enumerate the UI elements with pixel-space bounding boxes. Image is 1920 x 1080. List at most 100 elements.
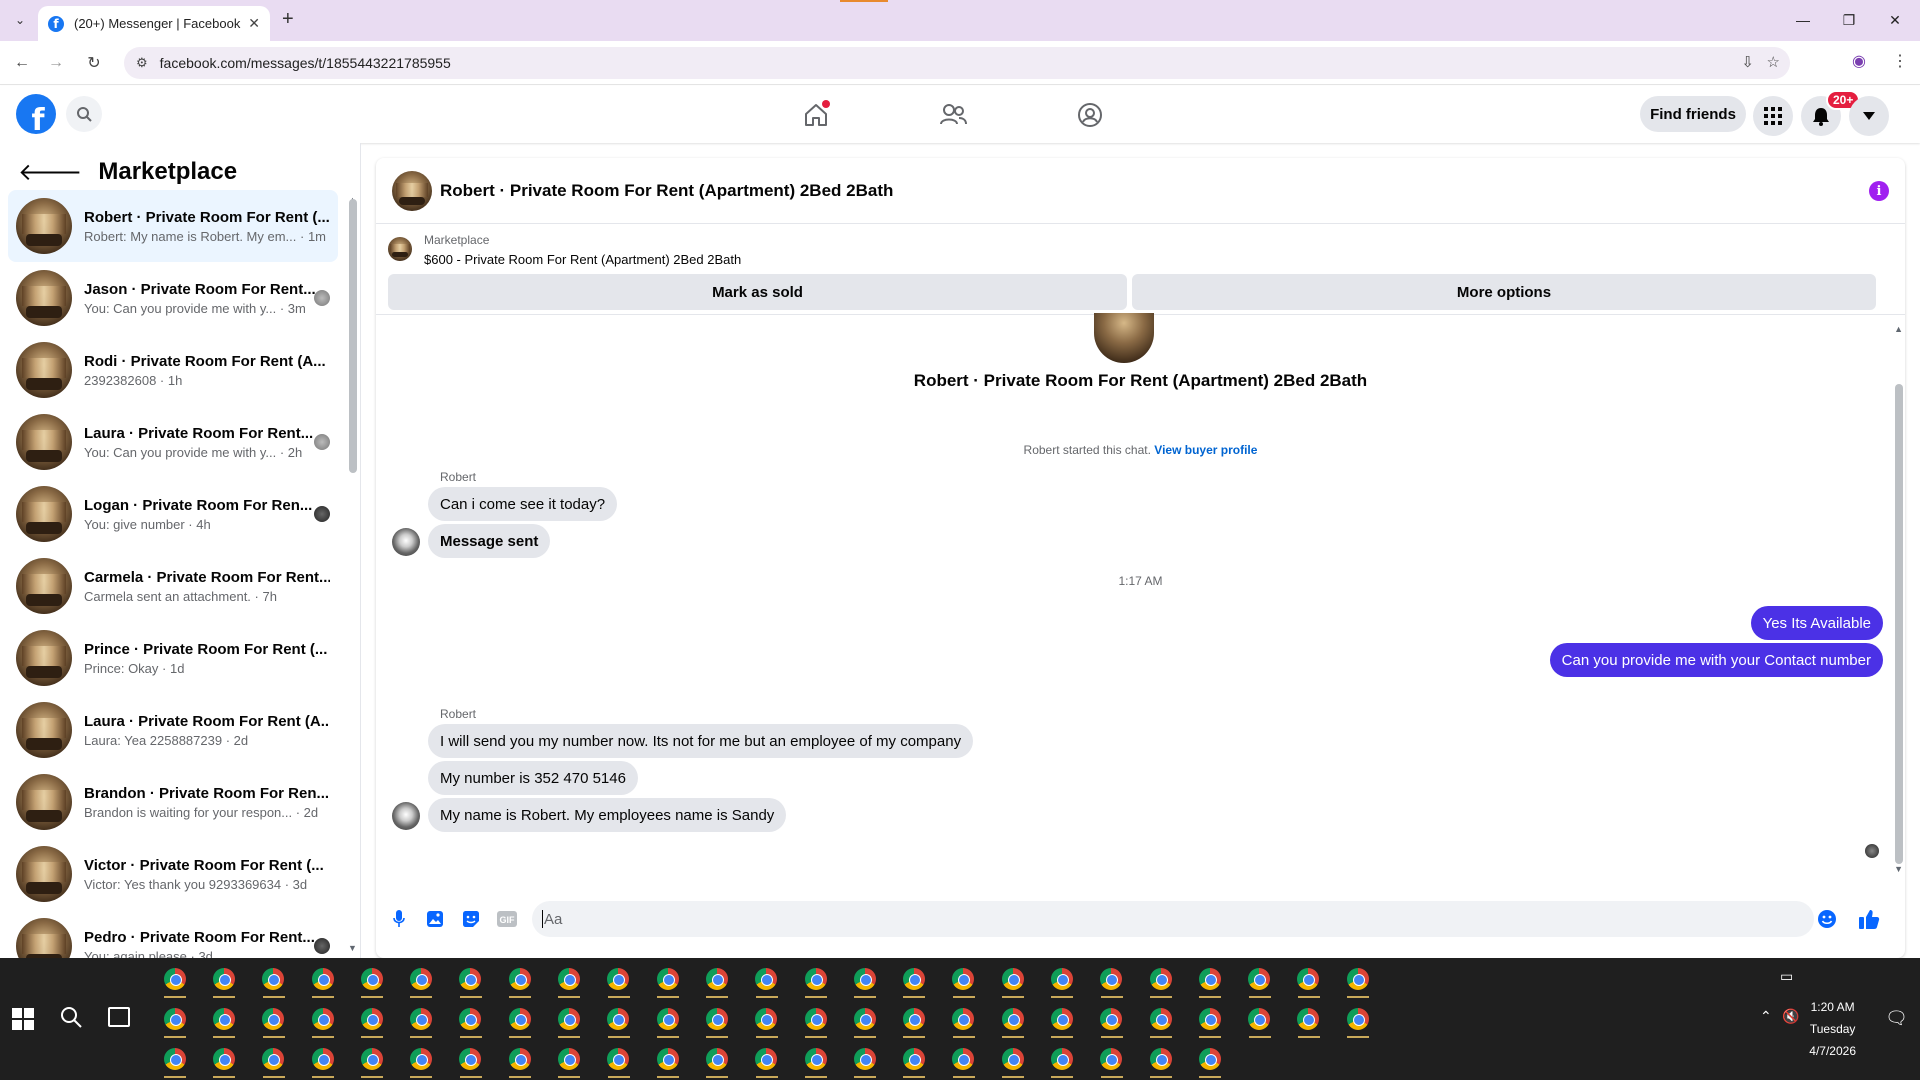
like-thumb-icon[interactable]	[1858, 908, 1880, 930]
taskbar-chrome-window-icon[interactable]	[840, 1040, 889, 1078]
conversation-item-pedro[interactable]: Pedro · Private Room For Rent... You: aga…	[8, 910, 338, 958]
mark-as-sold-button[interactable]: Mark as sold	[388, 274, 1127, 310]
view-buyer-profile-link[interactable]: View buyer profile	[1154, 443, 1257, 457]
outgoing-message[interactable]: Can you provide me with your Contact num…	[1549, 643, 1883, 677]
chat-scroll-down-icon[interactable]: ▼	[1894, 864, 1903, 874]
taskbar-chrome-window-icon[interactable]	[1284, 960, 1333, 998]
taskbar-chrome-window-icon[interactable]	[791, 1040, 840, 1078]
incoming-message[interactable]: I will send you my number now. Its not f…	[428, 724, 974, 758]
taskbar-chrome-window-icon[interactable]	[1235, 1000, 1284, 1038]
site-info-icon[interactable]: ⚙	[136, 55, 148, 71]
taskbar-chrome-window-icon[interactable]	[1136, 960, 1185, 998]
taskbar-chrome-window-icon[interactable]	[199, 1040, 248, 1078]
taskbar-chrome-window-icon[interactable]	[396, 960, 445, 998]
taskbar-chrome-window-icon[interactable]	[889, 1040, 938, 1078]
taskbar-chrome-window-icon[interactable]	[249, 1040, 298, 1078]
taskbar-chrome-window-icon[interactable]	[840, 1000, 889, 1038]
notifications-center-icon[interactable]: 🗨	[1885, 1008, 1908, 1029]
tablet-mode-icon[interactable]: ▭	[1780, 968, 1793, 985]
taskbar-chrome-window-icon[interactable]	[594, 1000, 643, 1038]
minimize-icon[interactable]: —	[1780, 6, 1826, 34]
taskbar-chrome-window-icon[interactable]	[643, 1000, 692, 1038]
task-view-icon[interactable]	[108, 1007, 130, 1027]
taskbar-chrome-window-icon[interactable]	[1087, 1040, 1136, 1078]
conversation-item-robert[interactable]: Robert · Private Room For Rent (... Rober…	[8, 190, 338, 262]
conversation-item-laura[interactable]: Laura · Private Room For Rent... You: Can…	[8, 406, 338, 478]
restore-icon[interactable]: ❐	[1826, 6, 1872, 34]
reload-icon[interactable]: ↻	[82, 51, 106, 75]
taskbar-chrome-window-icon[interactable]	[1037, 1000, 1086, 1038]
taskbar-chrome-window-icon[interactable]	[1037, 1040, 1086, 1078]
taskbar-chrome-window-icon[interactable]	[298, 960, 347, 998]
taskbar-chrome-window-icon[interactable]	[544, 1040, 593, 1078]
browser-tab[interactable]: f (20+) Messenger | Facebook ✕	[38, 6, 270, 41]
conversation-item-victor[interactable]: Victor · Private Room For Rent (... Victo…	[8, 838, 338, 910]
profile-icon[interactable]: ◉	[1852, 51, 1866, 71]
back-arrow-icon[interactable]: 🡐	[18, 157, 82, 186]
sender-avatar[interactable]	[392, 802, 420, 830]
taskbar-chrome-window-icon[interactable]	[889, 1000, 938, 1038]
taskbar-chrome-window-icon[interactable]	[199, 1000, 248, 1038]
taskbar-chrome-window-icon[interactable]	[889, 960, 938, 998]
taskbar-chrome-window-icon[interactable]	[1087, 1000, 1136, 1038]
taskbar-chrome-window-icon[interactable]	[692, 1000, 741, 1038]
chat-title[interactable]: Robert · Private Room For Rent (Apartmen…	[440, 181, 893, 201]
install-app-icon[interactable]: ⇩	[1741, 53, 1754, 71]
photo-icon[interactable]	[424, 908, 446, 930]
taskbar-chrome-window-icon[interactable]	[249, 960, 298, 998]
microphone-icon[interactable]	[388, 908, 410, 930]
address-bar[interactable]: ⚙ facebook.com/messages/t/18554432217859…	[124, 47, 1790, 79]
sidebar-scrollbar[interactable]	[349, 199, 357, 473]
incoming-message[interactable]: My name is Robert. My employees name is …	[428, 798, 787, 832]
close-window-icon[interactable]: ✕	[1872, 6, 1918, 34]
listing-title[interactable]: $600 - Private Room For Rent (Apartment)…	[424, 252, 741, 267]
outgoing-message[interactable]: Yes Its Available	[1750, 606, 1883, 640]
chat-scrollbar[interactable]	[1895, 384, 1903, 864]
incoming-message[interactable]: Message sent	[428, 524, 551, 558]
home-icon[interactable]	[796, 100, 836, 130]
taskbar-chrome-window-icon[interactable]	[1333, 1000, 1382, 1038]
taskbar-chrome-window-icon[interactable]	[347, 1000, 396, 1038]
taskbar-chrome-window-icon[interactable]	[298, 1040, 347, 1078]
show-hidden-icons-chevron-icon[interactable]: ⌃	[1760, 1008, 1772, 1025]
menu-grid-icon[interactable]	[1753, 96, 1793, 136]
taskbar-chrome-window-icon[interactable]	[396, 1040, 445, 1078]
more-options-button[interactable]: More options	[1132, 274, 1876, 310]
taskbar-chrome-window-icon[interactable]	[1136, 1040, 1185, 1078]
taskbar-chrome-window-icon[interactable]	[742, 1000, 791, 1038]
taskbar-chrome-window-icon[interactable]	[643, 960, 692, 998]
conversation-item-prince[interactable]: Prince · Private Room For Rent (... Princ…	[8, 622, 338, 694]
conversation-item-logan[interactable]: Logan · Private Room For Ren... You: give…	[8, 478, 338, 550]
volume-muted-icon[interactable]: 🔇	[1782, 1008, 1799, 1025]
friends-icon[interactable]	[933, 100, 973, 130]
tab-search-chevron-icon[interactable]: ⌄	[8, 8, 32, 32]
taskbar-chrome-window-icon[interactable]	[495, 960, 544, 998]
conversation-item-laura-2[interactable]: Laura · Private Room For Rent (A... Laura…	[8, 694, 338, 766]
taskbar-chrome-window-icon[interactable]	[939, 960, 988, 998]
taskbar-chrome-window-icon[interactable]	[988, 1040, 1037, 1078]
taskbar-chrome-window-icon[interactable]	[1136, 1000, 1185, 1038]
taskbar-chrome-window-icon[interactable]	[249, 1000, 298, 1038]
taskbar-chrome-window-icon[interactable]	[791, 960, 840, 998]
info-icon[interactable]: i	[1869, 181, 1889, 201]
browser-menu-icon[interactable]: ⋮	[1892, 51, 1908, 71]
taskbar-chrome-window-icon[interactable]	[742, 1040, 791, 1078]
taskbar-chrome-window-icon[interactable]	[692, 960, 741, 998]
chat-avatar[interactable]	[392, 170, 432, 211]
taskbar-chrome-window-icon[interactable]	[495, 1040, 544, 1078]
taskbar-chrome-window-icon[interactable]	[1284, 1000, 1333, 1038]
find-friends-button[interactable]: Find friends	[1640, 96, 1746, 132]
taskbar-chrome-window-icon[interactable]	[446, 1000, 495, 1038]
taskbar-chrome-window-icon[interactable]	[446, 960, 495, 998]
taskbar-chrome-window-icon[interactable]	[150, 960, 199, 998]
windows-start-icon[interactable]	[12, 1008, 34, 1030]
sticker-icon[interactable]	[460, 908, 482, 930]
conversation-item-carmela[interactable]: Carmela · Private Room For Rent... Carmel…	[8, 550, 338, 622]
taskbar-chrome-window-icon[interactable]	[988, 960, 1037, 998]
taskbar-chrome-window-icon[interactable]	[791, 1000, 840, 1038]
taskbar-chrome-window-icon[interactable]	[1185, 960, 1234, 998]
taskbar-chrome-window-icon[interactable]	[347, 960, 396, 998]
taskbar-chrome-window-icon[interactable]	[150, 1040, 199, 1078]
forward-icon[interactable]: →	[44, 51, 68, 75]
taskbar-chrome-window-icon[interactable]	[988, 1000, 1037, 1038]
